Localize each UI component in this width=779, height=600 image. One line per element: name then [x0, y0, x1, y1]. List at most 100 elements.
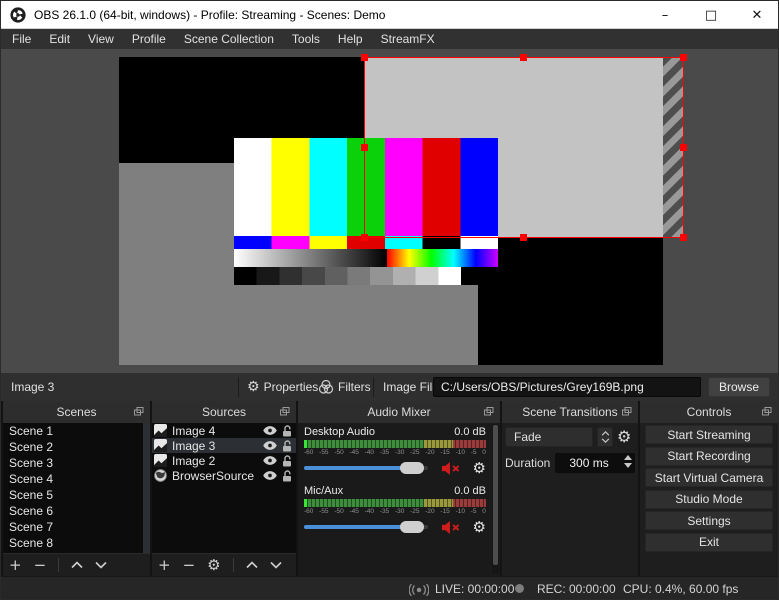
remove-scene-button[interactable]: − — [34, 557, 47, 573]
transition-settings-gear-icon[interactable]: ⚙ — [617, 429, 631, 445]
move-scene-down-button[interactable] — [95, 561, 107, 569]
selection-handle-bottom-right[interactable] — [680, 234, 687, 241]
channel-settings-gear-icon[interactable]: ⚙ — [473, 460, 486, 476]
move-source-down-button[interactable] — [270, 561, 282, 569]
selection-handle-mid-left[interactable] — [361, 143, 368, 151]
scene-list-item[interactable]: Scene 1 — [3, 423, 150, 439]
visibility-eye-icon[interactable] — [263, 441, 277, 450]
live-timer: LIVE: 00:00:00 — [435, 582, 515, 596]
control-button[interactable]: Start Virtual Camera — [645, 468, 773, 487]
mixer-scrollbar-thumb[interactable] — [493, 425, 498, 565]
menu-item[interactable]: View — [79, 29, 123, 49]
close-button[interactable]: ✕ — [734, 1, 778, 29]
scene-list-item[interactable]: Scene 7 — [3, 519, 150, 535]
control-button[interactable]: Exit — [645, 532, 773, 552]
obs-window: OBS 26.1.0 (64-bit, windows) - Profile: … — [0, 0, 779, 600]
title-bar: OBS 26.1.0 (64-bit, windows) - Profile: … — [1, 1, 778, 29]
unlock-icon[interactable] — [282, 469, 292, 482]
selection-handle-bottom-left[interactable] — [361, 234, 368, 241]
slider-knob[interactable] — [400, 521, 424, 533]
popout-icon[interactable] — [280, 407, 290, 416]
channel-settings-gear-icon[interactable]: ⚙ — [473, 519, 486, 535]
scene-list-item[interactable]: Scene 4 — [3, 471, 150, 487]
menu-item[interactable]: Edit — [40, 29, 79, 49]
source-row-image3[interactable]: Image 3 — [152, 438, 296, 453]
rec-dot-icon — [515, 584, 524, 593]
visibility-eye-icon[interactable] — [263, 456, 277, 465]
dock-row: Scenes Scene 1 Scene 2 Scene 3 Scene 4 Scene… — [1, 401, 778, 576]
control-button[interactable]: Studio Mode — [645, 489, 773, 509]
source-properties-gear-button[interactable]: ⚙ — [207, 557, 220, 573]
menu-item[interactable]: StreamFX — [372, 29, 444, 49]
spin-down-icon[interactable] — [624, 463, 632, 468]
db-tick-label: -15 — [440, 508, 450, 515]
selection-handle-top-right[interactable] — [680, 54, 687, 61]
unlock-icon[interactable] — [282, 424, 292, 437]
volume-slider[interactable] — [304, 521, 429, 533]
spin-up-icon[interactable] — [624, 455, 632, 460]
selection-handle-top-left[interactable] — [361, 54, 368, 61]
scene-list-item[interactable]: Scene 8 — [3, 535, 150, 551]
db-scale: -60 -55 -50 -45 -40 -35 -30 -25 -20 -15 -10 -5 0 — [304, 508, 486, 515]
transition-select-arrows[interactable] — [597, 427, 613, 447]
db-tick-label: -60 — [304, 449, 314, 456]
visibility-eye-icon[interactable] — [263, 471, 277, 480]
mute-speaker-icon[interactable] — [442, 520, 460, 534]
source-selection-box[interactable] — [361, 54, 687, 241]
sources-toolbar: + − ⚙ — [152, 553, 296, 576]
slider-knob[interactable] — [400, 462, 424, 474]
image-file-input[interactable]: C:/Users/OBS/Pictures/Grey169B.png — [433, 377, 701, 397]
volume-slider[interactable] — [304, 462, 429, 474]
maximize-button[interactable]: □ — [688, 1, 734, 29]
menu-item[interactable]: Tools — [283, 29, 329, 49]
menu-item[interactable]: File — [3, 29, 40, 49]
gear-icon: ⚙ — [247, 379, 260, 395]
mute-speaker-icon[interactable] — [442, 461, 460, 475]
unlock-icon[interactable] — [282, 439, 292, 452]
popout-icon[interactable] — [762, 407, 772, 416]
scene-list-item[interactable]: Scene 5 — [3, 487, 150, 503]
mixer-scrollbar[interactable] — [492, 424, 499, 574]
scene-list-item[interactable]: Scene 3 — [3, 455, 150, 471]
source-row-image2[interactable]: Image 2 — [152, 453, 296, 468]
menu-item[interactable]: Profile — [123, 29, 175, 49]
db-tick-label: -50 — [334, 508, 344, 515]
properties-button[interactable]: ⚙ Properties — [247, 377, 318, 397]
minimize-button[interactable]: – — [642, 1, 688, 29]
menu-item[interactable]: Scene Collection — [175, 29, 283, 49]
scene-list-item[interactable]: Scene 2 — [3, 439, 150, 455]
duration-spinbox[interactable]: 300 ms — [555, 453, 635, 473]
move-source-up-button[interactable] — [246, 561, 258, 569]
control-button[interactable]: Start Recording — [645, 446, 773, 466]
scenes-scrollbar-thumb[interactable] — [144, 507, 150, 552]
browse-button[interactable]: Browse — [708, 377, 770, 397]
add-source-button[interactable]: + — [158, 557, 171, 573]
db-tick-label: -25 — [410, 449, 420, 456]
filters-button[interactable]: Filters — [318, 377, 371, 397]
control-button[interactable]: Start Streaming — [645, 425, 773, 444]
source-row-browsersource[interactable]: BrowserSource — [152, 468, 296, 483]
channel-name: Mic/Aux — [304, 485, 344, 497]
selection-handle-bottom-mid[interactable] — [520, 234, 527, 241]
popout-icon[interactable] — [134, 407, 144, 416]
image-file-path: C:/Users/OBS/Pictures/Grey169B.png — [441, 380, 644, 394]
visibility-eye-icon[interactable] — [263, 426, 277, 435]
menu-item[interactable]: Help — [329, 29, 372, 49]
popout-icon[interactable] — [484, 407, 494, 416]
db-tick-label: -50 — [334, 449, 344, 456]
source-name: Image 3 — [172, 438, 216, 453]
db-tick-label: -40 — [364, 508, 375, 515]
transition-select[interactable]: Fade — [505, 427, 593, 447]
db-tick-label: -55 — [319, 508, 329, 515]
move-scene-up-button[interactable] — [71, 561, 83, 569]
selection-handle-top-mid[interactable] — [520, 54, 527, 61]
control-button[interactable]: Settings — [645, 511, 773, 530]
unlock-icon[interactable] — [282, 454, 292, 467]
add-scene-button[interactable]: + — [9, 557, 22, 573]
scene-list-item[interactable]: Scene 6 — [3, 503, 150, 519]
remove-source-button[interactable]: − — [183, 557, 196, 573]
source-row-image4[interactable]: Image 4 — [152, 423, 296, 438]
scenes-scrollbar[interactable] — [143, 423, 150, 553]
popout-icon[interactable] — [622, 407, 632, 416]
selection-handle-mid-right[interactable] — [680, 143, 687, 151]
